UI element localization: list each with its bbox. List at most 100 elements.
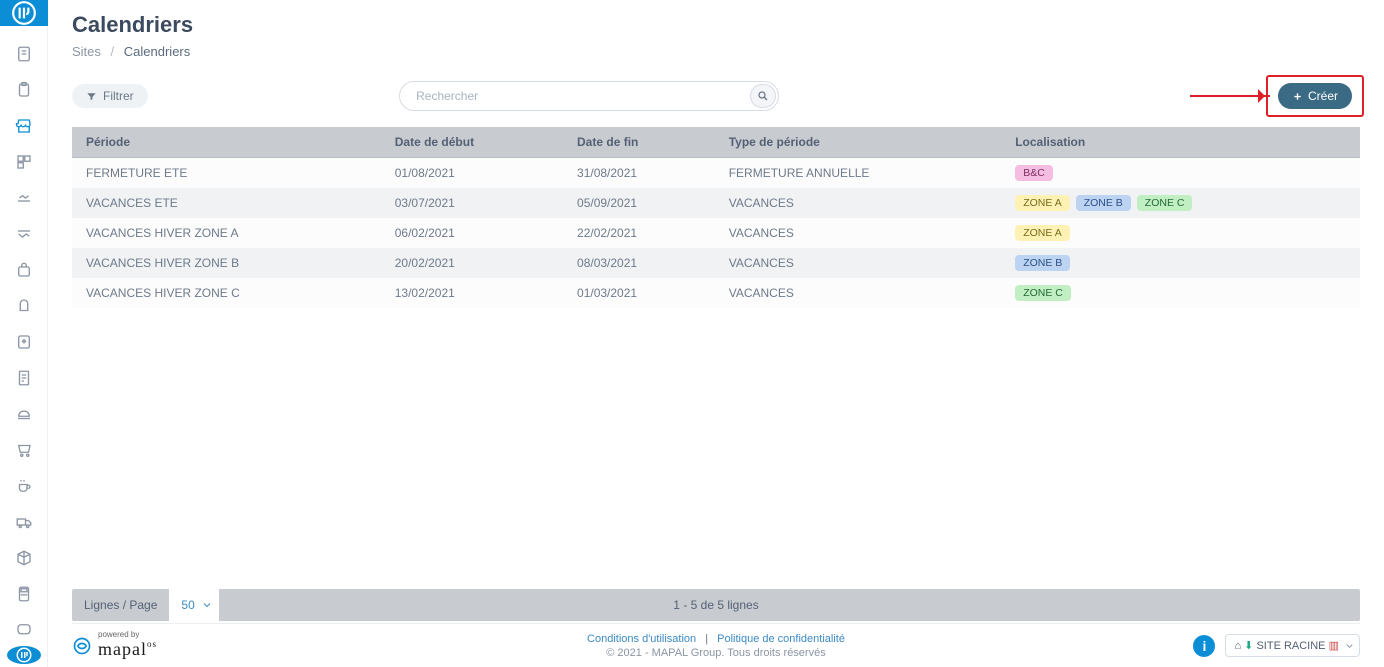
nav-cart-icon[interactable] <box>8 434 40 466</box>
nav-layout-icon[interactable] <box>8 146 40 178</box>
tree-icon: ⬇ <box>1244 640 1253 652</box>
nav-chef-icon[interactable] <box>8 290 40 322</box>
chevron-down-icon <box>201 599 213 611</box>
search-icon <box>757 90 769 102</box>
location-tag: ZONE B <box>1076 195 1131 211</box>
cell-localisation: ZONE B <box>1001 248 1360 278</box>
search-button[interactable] <box>750 84 776 108</box>
nav-notes-icon[interactable] <box>8 38 40 70</box>
nav-heart-device-icon[interactable] <box>8 326 40 358</box>
breadcrumb-separator: / <box>111 44 115 59</box>
cell-localisation: ZONE A <box>1001 218 1360 248</box>
brand-icon <box>72 636 92 656</box>
annotation-arrow <box>1190 95 1270 97</box>
cell-periode: VACANCES HIVER ZONE B <box>72 248 381 278</box>
copyright-text: © 2021 - MAPAL Group. Tous droits réserv… <box>581 647 851 659</box>
filter-button[interactable]: Filtrer <box>72 84 148 108</box>
nav-delivery-icon[interactable] <box>8 506 40 538</box>
lines-per-page-select[interactable]: 50 <box>169 589 218 621</box>
cell-localisation: B&C <box>1001 158 1360 189</box>
table-row[interactable]: VACANCES ETE03/07/202105/09/2021VACANCES… <box>72 188 1360 218</box>
filter-label: Filtrer <box>103 89 134 103</box>
cell-fin: 01/03/2021 <box>563 278 715 308</box>
breadcrumb-current: Calendriers <box>124 44 190 59</box>
nav-calculator-icon[interactable] <box>8 578 40 610</box>
nav-footer-logo[interactable] <box>7 646 41 664</box>
cell-debut: 06/02/2021 <box>381 218 563 248</box>
cell-periode: VACANCES HIVER ZONE A <box>72 218 381 248</box>
location-tag: ZONE C <box>1137 195 1193 211</box>
brand-name: mapal <box>98 639 147 659</box>
table-row[interactable]: VACANCES HIVER ZONE C13/02/202101/03/202… <box>72 278 1360 308</box>
chart-icon: ▥ <box>1329 640 1339 652</box>
col-localisation[interactable]: Localisation <box>1001 127 1360 158</box>
powered-by-label: powered by <box>98 631 157 639</box>
col-fin[interactable]: Date de fin <box>563 127 715 158</box>
cell-type: VACANCES <box>715 188 1001 218</box>
cell-debut: 03/07/2021 <box>381 188 563 218</box>
col-debut[interactable]: Date de début <box>381 127 563 158</box>
plus-icon <box>1292 91 1303 102</box>
pagination-bar: Lignes / Page 50 1 - 5 de 5 lignes <box>72 589 1360 621</box>
search-input[interactable] <box>399 81 779 111</box>
location-tag: ZONE A <box>1015 195 1070 211</box>
chevron-down-icon <box>1344 640 1355 651</box>
location-tag: ZONE A <box>1015 225 1070 241</box>
home-icon: ⌂ <box>1234 640 1241 652</box>
cell-debut: 13/02/2021 <box>381 278 563 308</box>
cell-fin: 22/02/2021 <box>563 218 715 248</box>
nav-handshake-icon[interactable] <box>8 182 40 214</box>
location-tag: ZONE B <box>1015 255 1070 271</box>
pagination-count: 1 - 5 de 5 lignes <box>673 598 758 612</box>
nav-clipboard-icon[interactable] <box>8 74 40 106</box>
info-icon[interactable]: i <box>1193 635 1215 657</box>
lines-per-page-label: Lignes / Page <box>72 598 169 612</box>
nav-coffee-icon[interactable] <box>8 470 40 502</box>
cell-type: VACANCES <box>715 248 1001 278</box>
table-row[interactable]: FERMETURE ETE01/08/202131/08/2021FERMETU… <box>72 158 1360 189</box>
cell-periode: VACANCES ETE <box>72 188 381 218</box>
nav-package-icon[interactable] <box>8 542 40 574</box>
table-row[interactable]: VACANCES HIVER ZONE B20/02/202108/03/202… <box>72 248 1360 278</box>
breadcrumb-root[interactable]: Sites <box>72 44 101 59</box>
nav-store-icon[interactable] <box>8 110 40 142</box>
table-row[interactable]: VACANCES HIVER ZONE A06/02/202122/02/202… <box>72 218 1360 248</box>
brand-suffix: os <box>147 639 157 649</box>
cell-debut: 01/08/2021 <box>381 158 563 189</box>
col-type[interactable]: Type de période <box>715 127 1001 158</box>
page-title: Calendriers <box>72 12 1360 38</box>
nav-bag-icon[interactable] <box>8 254 40 286</box>
location-tag: B&C <box>1015 165 1053 181</box>
cell-debut: 20/02/2021 <box>381 248 563 278</box>
cell-type: FERMETURE ANNUELLE <box>715 158 1001 189</box>
col-periode[interactable]: Période <box>72 127 381 158</box>
cell-localisation: ZONE C <box>1001 278 1360 308</box>
cell-type: VACANCES <box>715 278 1001 308</box>
privacy-link[interactable]: Politique de confidentialité <box>717 633 845 645</box>
cell-periode: FERMETURE ETE <box>72 158 381 189</box>
calendars-table: Période Date de début Date de fin Type d… <box>72 127 1360 308</box>
nav-cloche-icon[interactable] <box>8 398 40 430</box>
side-rail <box>0 0 48 667</box>
create-button[interactable]: Créer <box>1278 83 1352 109</box>
filter-icon <box>86 91 97 102</box>
terms-link[interactable]: Conditions d'utilisation <box>587 633 696 645</box>
cell-periode: VACANCES HIVER ZONE C <box>72 278 381 308</box>
breadcrumb: Sites / Calendriers <box>72 44 1360 59</box>
cell-type: VACANCES <box>715 218 1001 248</box>
cell-localisation: ZONE A ZONE B ZONE C <box>1001 188 1360 218</box>
nav-agreement-icon[interactable] <box>8 218 40 250</box>
cell-fin: 08/03/2021 <box>563 248 715 278</box>
footer-brand: powered by mapalos <box>72 631 157 660</box>
site-selector[interactable]: ⌂ ⬇ SITE RACINE ▥ <box>1225 634 1360 657</box>
page-footer: powered by mapalos Conditions d'utilisat… <box>72 623 1360 667</box>
nav-invoice-icon[interactable] <box>8 362 40 394</box>
site-label: SITE RACINE <box>1256 640 1325 652</box>
cell-fin: 31/08/2021 <box>563 158 715 189</box>
nav-chat-icon[interactable] <box>8 614 40 646</box>
create-label: Créer <box>1308 89 1338 103</box>
cell-fin: 05/09/2021 <box>563 188 715 218</box>
app-logo[interactable] <box>0 0 48 26</box>
lines-per-page-value: 50 <box>181 598 194 612</box>
location-tag: ZONE C <box>1015 285 1071 301</box>
